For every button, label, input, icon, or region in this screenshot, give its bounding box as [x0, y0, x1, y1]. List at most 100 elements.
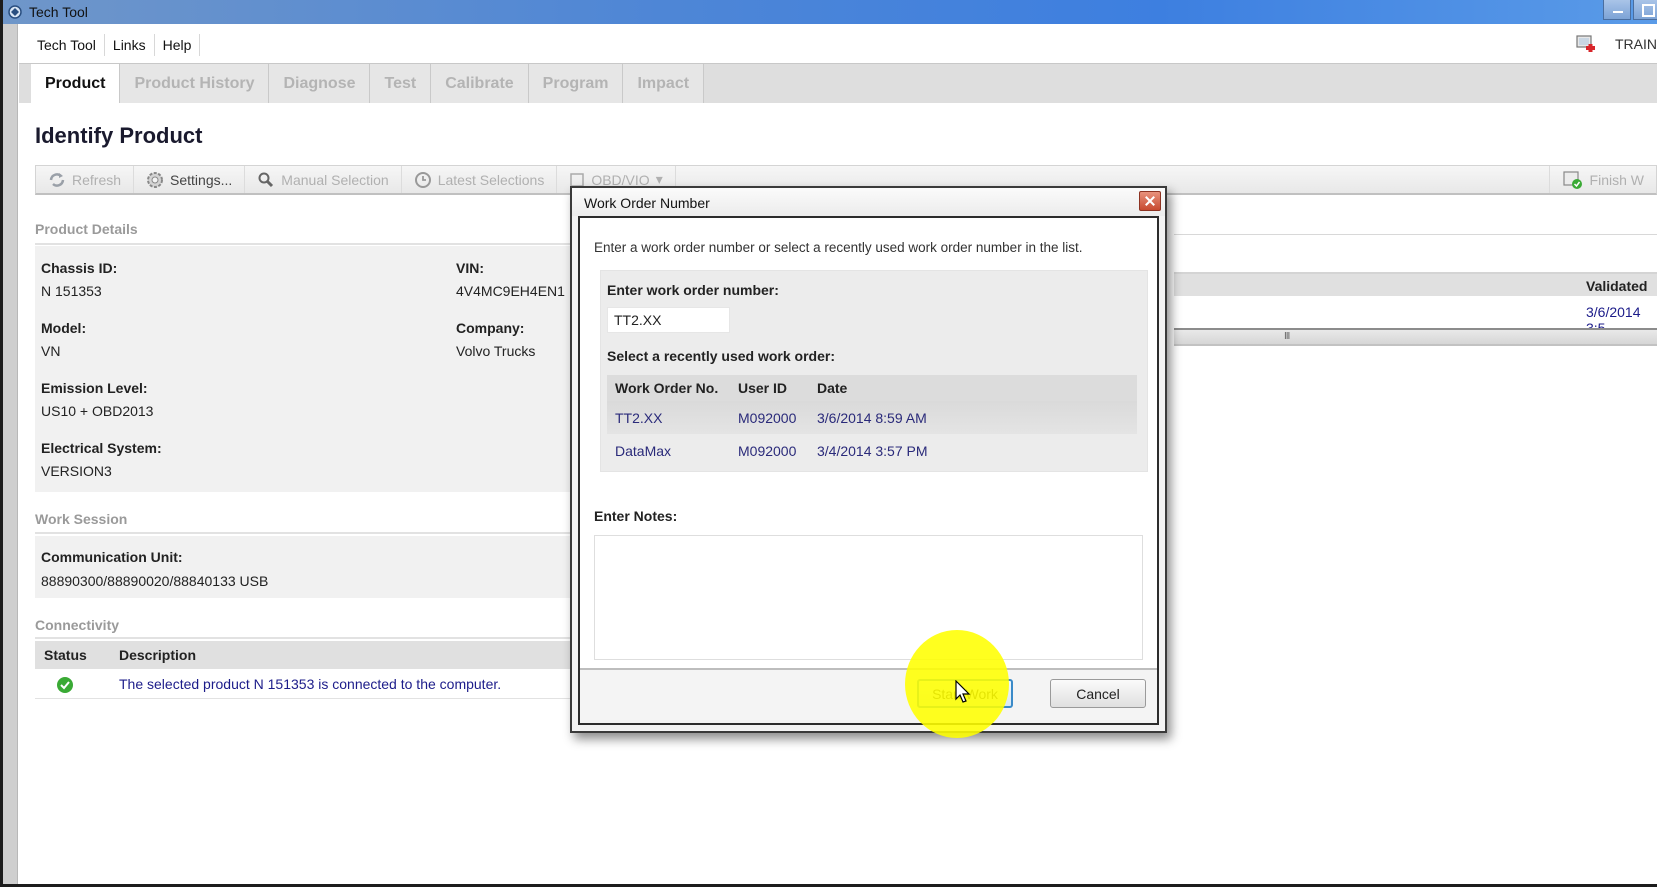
manual-selection-label: Manual Selection: [281, 171, 389, 188]
window-title: Tech Tool: [29, 4, 88, 20]
techtool-app-icon: [8, 5, 22, 19]
work-order-no-column-header[interactable]: Work Order No.: [615, 380, 718, 396]
minimize-button[interactable]: [1603, 0, 1631, 20]
electrical-system-value: VERSION3: [41, 463, 112, 479]
communication-unit-value: 88890300/88890020/88840133 USB: [41, 573, 269, 589]
work-order-group: Enter work order number: Select a recent…: [600, 270, 1148, 472]
company-value: Volvo Trucks: [456, 343, 536, 359]
vin-label: VIN:: [456, 260, 484, 276]
section-divider: [35, 637, 595, 639]
user-id-column-header[interactable]: User ID: [738, 380, 787, 396]
work-order-no: TT2.XX: [615, 410, 663, 426]
validated-column-header: Validated: [1586, 278, 1648, 294]
status-column-header: Status: [44, 647, 87, 663]
work-order-date: 3/4/2014 3:57 PM: [817, 443, 928, 459]
work-order-no: DataMax: [615, 443, 672, 459]
product-details-heading: Product Details: [35, 221, 138, 237]
tab-product-history[interactable]: Product History: [120, 64, 270, 103]
main-tabs: Product Product History Diagnose Test Ca…: [19, 63, 1657, 103]
tab-product[interactable]: Product: [31, 64, 121, 103]
product-details-panel: Chassis ID: N 151353 Model: VN Emission …: [35, 246, 595, 492]
table-row[interactable]: The selected product N 151353 is connect…: [35, 669, 595, 699]
user-id: M092000: [738, 410, 797, 426]
finish-work-label: Finish W: [1589, 171, 1644, 188]
maximize-button[interactable]: [1633, 0, 1657, 20]
work-session-heading: Work Session: [35, 511, 128, 527]
manual-selection-button[interactable]: Manual Selection: [245, 166, 402, 193]
scrollbar-grip-icon: III: [1284, 331, 1290, 342]
table-row[interactable]: TT2.XX M092000 3/6/2014 8:59 AM: [607, 401, 1137, 434]
model-label: Model:: [41, 320, 87, 336]
work-order-number-label: Enter work order number:: [607, 282, 779, 298]
recent-work-orders-header: Work Order No. User ID Date: [607, 375, 1137, 401]
description-column-header: Description: [119, 647, 197, 663]
connection-description: The selected product N 151353 is connect…: [119, 676, 502, 692]
section-divider: [1174, 234, 1657, 235]
emission-level-label: Emission Level:: [41, 380, 148, 396]
dialog-instructions: Enter a work order number or select a re…: [594, 240, 1083, 255]
refresh-button[interactable]: Refresh: [36, 166, 135, 193]
tech-tool-window: Tech Tool Tech Tool Links Help TRAIN Pro…: [3, 0, 1657, 884]
history-table-header: Validated: [1174, 272, 1657, 296]
section-divider: [35, 243, 595, 245]
menubar-status: TRAIN: [1575, 34, 1657, 54]
dialog-footer: Start Work Cancel: [580, 668, 1157, 723]
train-mode-label: TRAIN: [1615, 36, 1657, 52]
work-session-panel: Communication Unit: 88890300/88890020/88…: [35, 536, 595, 598]
tab-impact[interactable]: Impact: [623, 64, 705, 103]
menu-bar: Tech Tool Links Help TRAIN: [19, 30, 1657, 60]
work-order-date: 3/6/2014 8:59 AM: [817, 410, 927, 426]
connectivity-heading: Connectivity: [35, 617, 120, 633]
work-order-dialog: Work Order Number Enter a work order num…: [570, 186, 1167, 733]
notes-textarea[interactable]: [594, 535, 1143, 660]
menu-tech-tool[interactable]: Tech Tool: [29, 34, 105, 56]
recent-work-orders-table: Work Order No. User ID Date TT2.XX M0920…: [607, 375, 1137, 467]
tab-calibrate[interactable]: Calibrate: [431, 64, 529, 103]
connected-check-icon: [57, 677, 73, 693]
emission-level-value: US10 + OBD2013: [41, 403, 154, 419]
user-id: M092000: [738, 443, 797, 459]
gear-icon: [147, 171, 164, 188]
horizontal-scrollbar[interactable]: III: [1174, 328, 1657, 346]
model-value: VN: [41, 343, 61, 359]
date-column-header[interactable]: Date: [817, 380, 847, 396]
search-icon: [258, 172, 274, 187]
settings-button[interactable]: Settings...: [134, 166, 246, 193]
communication-unit-label: Communication Unit:: [41, 549, 183, 565]
tab-diagnose[interactable]: Diagnose: [269, 64, 371, 103]
connection-status-icon[interactable]: [1575, 34, 1597, 54]
menu-links[interactable]: Links: [105, 34, 155, 56]
table-row[interactable]: 3/6/2014 3:5: [1174, 296, 1657, 336]
vin-value: 4V4MC9EH4EN1: [456, 283, 565, 299]
dialog-body: Enter a work order number or select a re…: [578, 216, 1159, 725]
refresh-label: Refresh: [72, 171, 122, 188]
table-row[interactable]: DataMax M092000 3/4/2014 3:57 PM: [607, 434, 1137, 467]
menu-help[interactable]: Help: [155, 34, 201, 56]
settings-label: Settings...: [170, 171, 233, 188]
window-frame-left: [3, 24, 18, 884]
chassis-id-value: N 151353: [41, 283, 102, 299]
company-label: Company:: [456, 320, 525, 336]
start-work-button[interactable]: Start Work: [917, 679, 1013, 708]
close-icon[interactable]: [1139, 191, 1161, 211]
recent-work-order-label: Select a recently used work order:: [607, 348, 835, 364]
refresh-icon: [49, 172, 65, 187]
dialog-title: Work Order Number: [584, 195, 710, 211]
notes-label: Enter Notes:: [594, 508, 678, 524]
latest-selections-label: Latest Selections: [437, 171, 545, 188]
window-titlebar: Tech Tool: [3, 0, 1657, 24]
cancel-button[interactable]: Cancel: [1050, 679, 1146, 708]
work-order-number-input[interactable]: [607, 307, 730, 333]
chassis-id-label: Chassis ID:: [41, 260, 118, 276]
finish-work-icon: [1562, 170, 1582, 189]
electrical-system-label: Electrical System:: [41, 440, 162, 456]
clock-icon: [414, 171, 431, 188]
section-divider: [35, 532, 595, 534]
tab-test[interactable]: Test: [370, 64, 432, 103]
dialog-titlebar[interactable]: Work Order Number: [572, 188, 1165, 216]
finish-work-button[interactable]: Finish W: [1548, 166, 1656, 193]
page-title: Identify Product: [35, 123, 203, 148]
tab-program[interactable]: Program: [528, 64, 624, 103]
latest-selections-button[interactable]: Latest Selections: [402, 166, 558, 193]
connectivity-table-header: Status Description: [35, 641, 595, 669]
